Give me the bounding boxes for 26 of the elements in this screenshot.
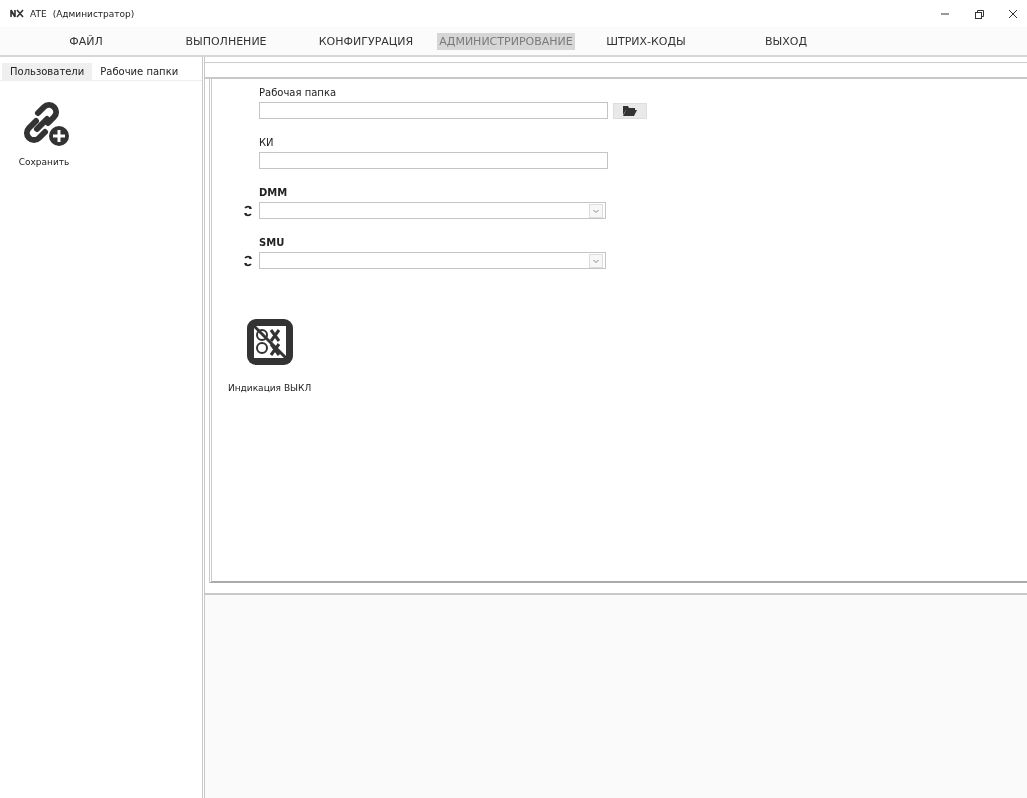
app-logo-icon xyxy=(10,9,24,18)
indication-off-icon xyxy=(244,317,295,367)
close-icon[interactable] xyxy=(1007,7,1019,20)
indication-toggle-button[interactable]: Индикация ВЫКЛ xyxy=(228,317,312,393)
menu-item[interactable]: ФАЙЛ xyxy=(67,32,105,50)
field-label: КИ xyxy=(259,137,275,148)
restore-icon[interactable] xyxy=(973,7,985,20)
field-label: DMM xyxy=(259,187,289,198)
input-field[interactable] xyxy=(259,102,608,119)
chevron-icon xyxy=(589,253,603,268)
browse-button[interactable] xyxy=(613,102,647,119)
menu-item[interactable]: ВЫХОД xyxy=(762,32,809,50)
chevron-icon xyxy=(589,203,603,218)
user-role: (Администратор) xyxy=(52,8,135,19)
refresh-icon[interactable] xyxy=(242,204,254,217)
tab[interactable]: Пользователи xyxy=(2,63,93,80)
folder-icon xyxy=(622,105,638,116)
app-title: ATE xyxy=(30,8,47,19)
field-label: Рабочая папка xyxy=(259,87,338,98)
menu-item[interactable]: ВЫПОЛНЕНИЕ xyxy=(183,32,269,50)
field-label: SMU xyxy=(259,237,286,248)
menu-item[interactable]: ШТРИХ-КОДЫ xyxy=(604,32,688,50)
menu-item[interactable]: КОНФИГУРАЦИЯ xyxy=(316,32,416,50)
refresh-icon[interactable] xyxy=(242,254,254,267)
save-button[interactable]: Сохранить xyxy=(18,99,70,167)
input-field[interactable] xyxy=(259,152,608,169)
